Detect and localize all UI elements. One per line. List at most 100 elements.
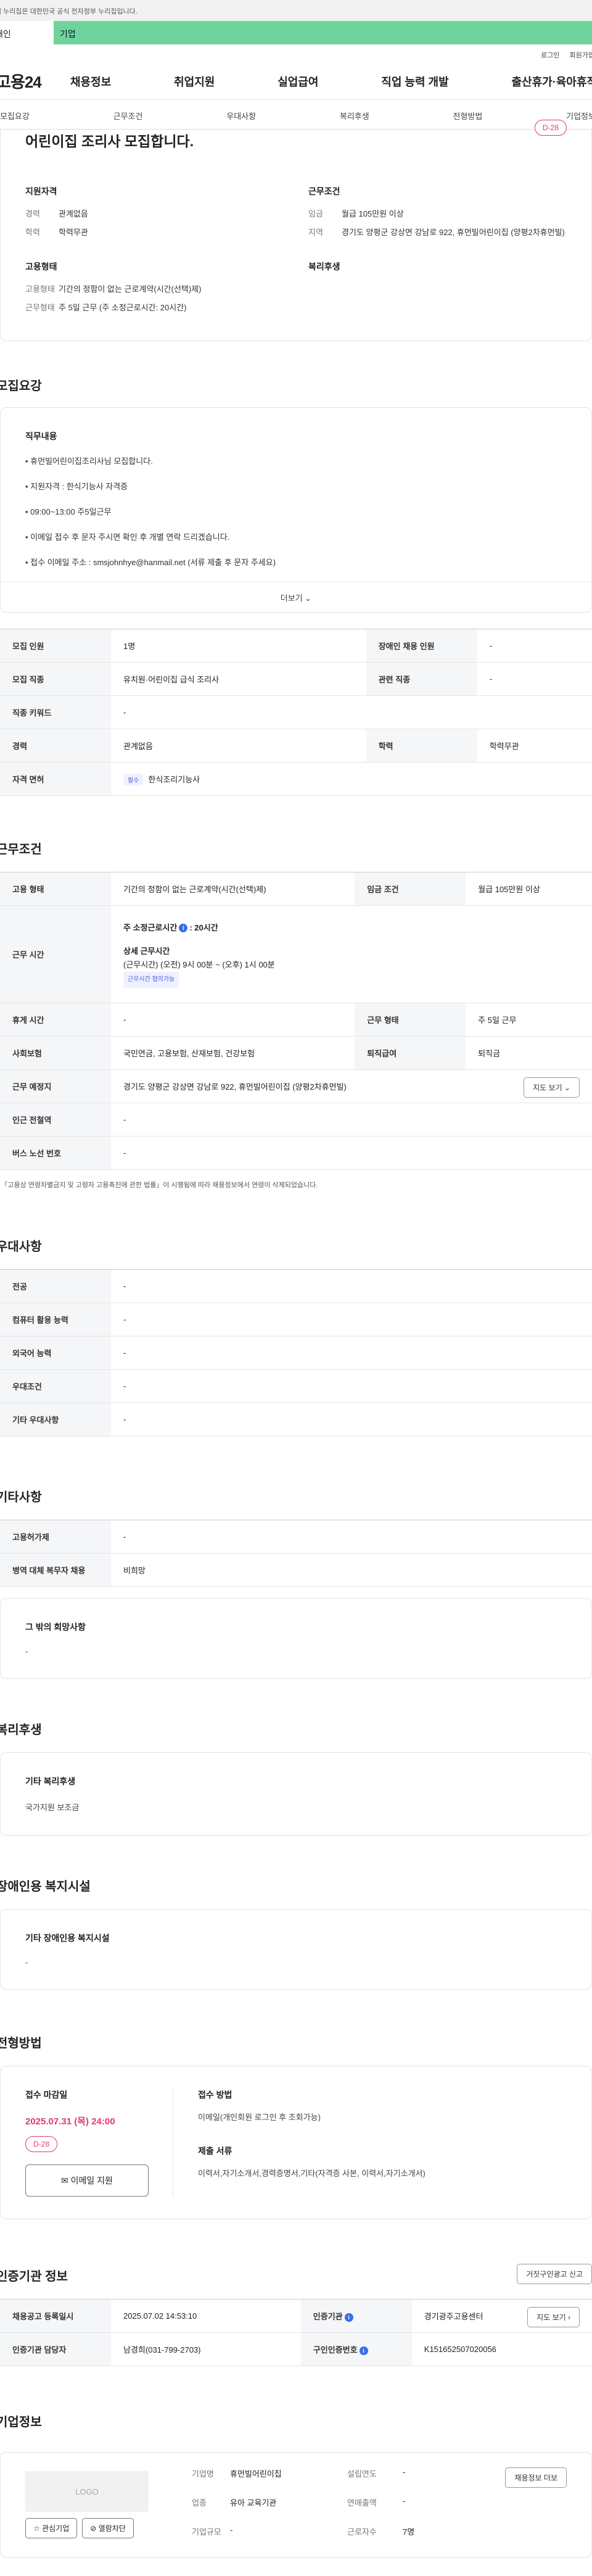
table-row: 근무 시간 주 소정근로시간i: 20시간 상세 근무시간 (근무시간) (오전… <box>0 906 592 1003</box>
tab-corporate[interactable]: 기업 <box>54 21 592 44</box>
recruit-section-title: 모집요강 <box>0 376 592 394</box>
size-value: - <box>230 2525 347 2538</box>
cell-value: - <box>111 1303 592 1336</box>
duty-list: • 휴먼빌어린이집조리사님 모집합니다. • 지원자격 : 한식기능사 자격증 … <box>25 455 567 568</box>
duty-box: 직무내용 • 휴먼빌어린이집조리사님 모집합니다. • 지원자격 : 한식기능사… <box>0 407 592 613</box>
table-row: 버스 노선 번호 - <box>0 1137 592 1170</box>
table-row: 컴퓨터 활용 능력- <box>0 1303 592 1336</box>
sales-value: - <box>403 2496 477 2509</box>
cell-value: 1명 <box>111 629 366 663</box>
cell-value: - <box>111 1520 592 1554</box>
company-name-value: 휴먼빌어린이집 <box>230 2467 347 2480</box>
wage-value: 월급 105만원 이상 <box>342 209 404 220</box>
favorite-company-button[interactable]: ☆ 관심기업 <box>25 2518 77 2538</box>
conditions-heading: 근무조건 <box>308 185 567 197</box>
cell-value: 퇴직금 <box>466 1037 592 1070</box>
cell-label: 모집 인원 <box>0 629 111 663</box>
site-logo[interactable]: 고용24 <box>0 70 70 93</box>
cell-value: 기간의 정함이 없는 근로계약(시간(선택)제) <box>111 872 355 906</box>
info-icon[interactable]: i <box>179 924 187 932</box>
gnb-item-employment-support[interactable]: 취업지원 <box>174 73 215 89</box>
anchor-apply[interactable]: 전형방법 <box>453 110 483 129</box>
more-button[interactable]: 더보기 ⌄ <box>1 581 591 603</box>
table-row: 고용 형태 기간의 정함이 없는 근로계약(시간(선택)제) 임금 조건 월급 … <box>0 872 592 906</box>
disabled-box: 기타 장애인용 복지시설 - <box>0 1909 592 1990</box>
disabled-box-heading: 기타 장애인용 복지시설 <box>25 1932 567 1944</box>
cell-label: 인근 전철역 <box>0 1103 111 1137</box>
weekly-hours: 주 소정근로시간i: 20시간 <box>123 921 580 935</box>
cell-value: - <box>477 663 592 696</box>
docs-value: 이력서,자기소개서,경력증명서,기타(자격증 사본, 이력서,자기소개서) <box>198 2167 567 2179</box>
anchor-welfare[interactable]: 복리후생 <box>340 110 369 129</box>
founded-value: - <box>403 2467 477 2480</box>
age-note: * 「고용상 연령차별금지 및 고령자 고용촉진에 관한 법률」이 시행됨에 따… <box>0 1180 592 1190</box>
work-table: 고용 형태 기간의 정함이 없는 근로계약(시간(선택)제) 임금 조건 월급 … <box>0 872 592 1170</box>
signup-link[interactable]: 회원가입 <box>570 50 592 63</box>
info-icon[interactable]: i <box>360 2346 368 2355</box>
region-label: 지역 <box>308 227 342 238</box>
employment-block: 고용형태 고용형태기간의 정함이 없는 근로계약(시간(선택)제) 근무형태주 … <box>25 260 284 321</box>
cell-label: 근무 형태 <box>355 1003 466 1037</box>
required-chip: 필수 <box>123 774 143 785</box>
anchor-nav: 모집요강 근무조건 우대사항 복리후생 전형방법 기업정보 <box>0 100 592 130</box>
other-wishes-box: 그 밖의 희망사항 - <box>0 1598 592 1679</box>
table-row: 기타 우대사항- <box>0 1403 592 1436</box>
anchor-company[interactable]: 기업정보 <box>566 110 592 129</box>
cell-value: - <box>111 1270 592 1303</box>
method-panel: 접수 방법 이메일(개인회원 로그인 후 조회가능) 제출 서류 이력서,자기소… <box>173 2089 567 2197</box>
gnb-item-parental-leave[interactable]: 출산휴가·육아휴직 <box>512 73 592 89</box>
cell-value: 학력무관 <box>477 729 592 763</box>
cell-value: 한식조리기능사 <box>148 775 200 784</box>
user-type-tabs: 개인 기업 <box>0 21 592 44</box>
industry-value: 유아 교육기관 <box>230 2496 347 2509</box>
docs-heading: 제출 서류 <box>198 2145 567 2157</box>
gnb-item-skills[interactable]: 직업 능력 개발 <box>381 73 448 89</box>
cell-label: 전공 <box>0 1270 111 1303</box>
table-row: 휴게 시간 - 근무 형태 주 5일 근무 <box>0 1003 592 1037</box>
cell-value: 비희망 <box>111 1554 592 1587</box>
duty-heading: 직무내용 <box>25 430 567 442</box>
login-link[interactable]: 로그인 <box>541 50 559 63</box>
cell-label: 인증기관 담당자 <box>0 2333 111 2366</box>
gnb-item-unemployment-benefit[interactable]: 실업급여 <box>278 73 318 89</box>
industry-label: 업종 <box>192 2496 230 2509</box>
detail-hours-value: (근무시간) (오전) 9시 00분 ~ (오후) 1시 00분 <box>123 958 580 972</box>
career-label: 경력 <box>25 209 59 220</box>
size-label: 기업규모 <box>192 2525 230 2538</box>
anchor-pref[interactable]: 우대사항 <box>226 110 256 129</box>
cell-label: 기타 우대사항 <box>0 1403 111 1436</box>
cell-label: 모집 직종 <box>0 663 111 696</box>
emp-type-value: 기간의 정함이 없는 근로계약(시간(선택)제) <box>59 284 201 295</box>
table-row: 인근 전철역 - <box>0 1103 592 1137</box>
email-apply-button[interactable]: ✉ 이메일 지원 <box>25 2164 149 2197</box>
table-row: 사회보험 국민연금, 고용보험, 산재보험, 건강보험 퇴직급여 퇴직금 <box>0 1037 592 1070</box>
cell-value: 국민연금, 고용보험, 산재보험, 건강보험 <box>111 1037 355 1070</box>
weekly-hours-value: : 20시간 <box>189 923 218 932</box>
map-view-button[interactable]: 지도 보기 ⌄ <box>524 1077 580 1098</box>
duty-item: • 지원자격 : 한식기능사 자격증 <box>25 480 567 492</box>
work-form-label: 근무형태 <box>25 302 59 313</box>
table-row: 자격 면허 필수한식조리기능사 <box>0 763 592 796</box>
edu-value: 학력무관 <box>59 227 88 238</box>
duty-item: • 휴먼빌어린이집조리사님 모집합니다. <box>25 455 567 466</box>
cell-label: 경력 <box>0 729 111 763</box>
tab-personal[interactable]: 개인 <box>0 21 54 44</box>
dday-badge: D-28 <box>535 120 567 136</box>
company-logo-panel: LOGO ☆ 관심기업 ⊘ 열람차단 <box>25 2471 149 2538</box>
welfare-box-value: 국가지원 보조금 <box>25 1801 567 1813</box>
info-icon[interactable]: i <box>345 2313 353 2322</box>
anchor-work[interactable]: 근무조건 <box>113 110 143 129</box>
cell-label: 장애인 채용 인원 <box>366 629 477 663</box>
cell-value: - <box>111 1103 592 1137</box>
block-view-button[interactable]: ⊘ 열람차단 <box>82 2518 134 2538</box>
gnb-item-jobs[interactable]: 채용정보 <box>70 73 111 89</box>
cell-label: 채용공고 등록일시 <box>0 2300 111 2333</box>
apply-box: 접수 마감일 2025.07.31 (목) 24:00 D-28 ✉ 이메일 지… <box>0 2066 592 2219</box>
negotiable-chip: 근무시간 협의가능 <box>123 972 179 988</box>
more-jobs-button[interactable]: 채용정보 더보 <box>505 2467 567 2488</box>
etc-section-title: 기타사항 <box>0 1487 592 1505</box>
anchor-recruit[interactable]: 모집요강 <box>0 110 30 129</box>
agency-map-button[interactable]: 지도 보기 › <box>527 2307 580 2327</box>
gov-banner-text: 이 누리집은 대한민국 공식 전자정부 누리집입니다. <box>0 8 138 15</box>
report-false-ad-button[interactable]: 거짓구인광고 신고 <box>517 2264 592 2284</box>
